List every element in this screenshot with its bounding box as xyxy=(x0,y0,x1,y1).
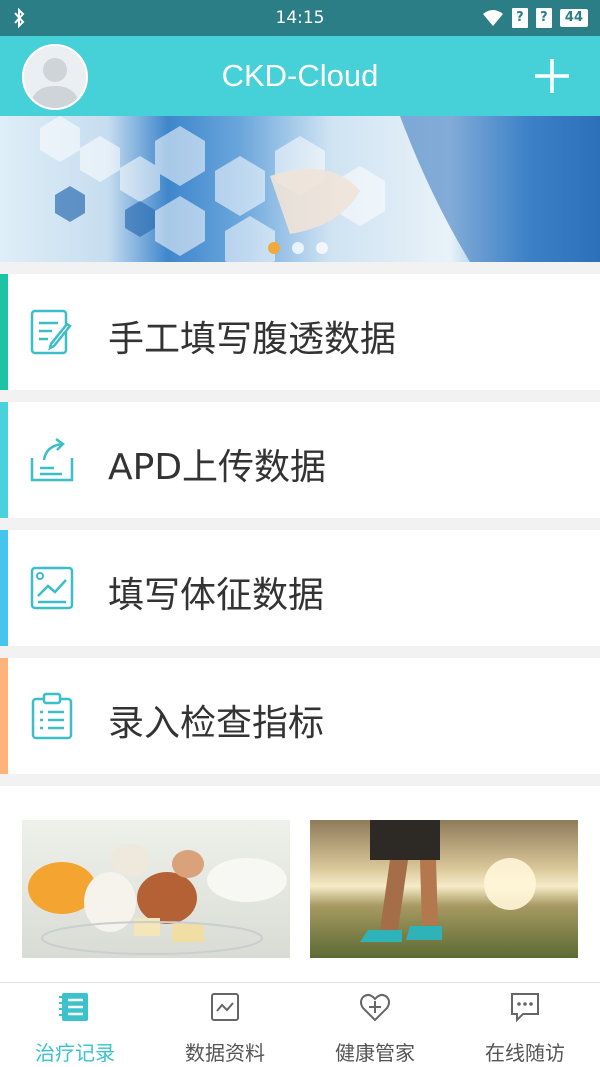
menu-item-label: 填写体征数据 xyxy=(108,575,325,616)
banner-image xyxy=(40,116,600,262)
runner-illustration xyxy=(360,820,536,942)
accent-bar xyxy=(0,274,8,390)
heart-plus-icon xyxy=(360,993,390,1022)
battery-icon: 44 xyxy=(559,9,588,27)
chart-box-icon xyxy=(211,993,239,1021)
tab-label: 健康管家 xyxy=(335,1041,415,1065)
app-title: CKD-Cloud xyxy=(221,58,379,93)
carousel-dot[interactable] xyxy=(316,242,328,254)
accent-bar xyxy=(0,402,8,518)
divider xyxy=(0,518,600,530)
sim-icon-2: ? xyxy=(535,8,552,28)
menu-item-label: APD上传数据 xyxy=(108,447,327,488)
divider xyxy=(0,390,600,402)
status-icons: ? ? 44 xyxy=(482,8,588,28)
tab-label: 治疗记录 xyxy=(35,1041,115,1065)
tab-label: 在线随访 xyxy=(485,1041,565,1065)
menu-item-vital-signs[interactable]: 填写体征数据 xyxy=(0,530,600,646)
chart-icon xyxy=(30,566,74,610)
status-bar: 14:15 ? ? 44 xyxy=(0,0,600,36)
eggs-image[interactable] xyxy=(22,820,290,958)
edit-document-icon xyxy=(30,309,72,355)
menu-item-label: 手工填写腹透数据 xyxy=(108,319,397,360)
bottom-navigation: 治疗记录 数据资料 健康管家 在线随访 xyxy=(0,982,600,1067)
menu-item-test-indicators[interactable]: 录入检查指标 xyxy=(0,658,600,774)
menu-item-apd-upload[interactable]: APD上传数据 xyxy=(0,402,600,518)
accent-bar xyxy=(0,530,8,646)
banner-carousel[interactable] xyxy=(0,116,600,262)
accent-bar xyxy=(0,658,8,774)
upload-icon xyxy=(30,437,74,482)
runner-image[interactable] xyxy=(310,820,578,958)
divider xyxy=(0,646,600,658)
divider xyxy=(0,774,600,786)
eggs-illustration xyxy=(28,844,287,955)
carousel-dot[interactable] xyxy=(268,242,280,254)
menu-item-manual-dialysis[interactable]: 手工填写腹透数据 xyxy=(0,274,600,390)
tab-health-butler[interactable]: 健康管家 xyxy=(300,983,450,1067)
tab-label: 数据资料 xyxy=(185,1041,265,1065)
sim-icon: ? xyxy=(511,8,528,28)
carousel-dot[interactable] xyxy=(292,242,304,254)
wifi-icon xyxy=(482,10,503,26)
clipboard-icon xyxy=(31,692,73,740)
carousel-dots xyxy=(268,242,328,254)
tab-treatment-records[interactable]: 治疗记录 xyxy=(0,983,150,1067)
menu-item-label: 录入检查指标 xyxy=(108,703,325,744)
plus-icon[interactable] xyxy=(532,56,572,96)
tab-online-followup[interactable]: 在线随访 xyxy=(450,983,600,1067)
tab-data[interactable]: 数据资料 xyxy=(150,983,300,1067)
divider xyxy=(0,262,600,274)
app-bar: CKD-Cloud xyxy=(0,36,600,116)
chat-icon xyxy=(511,993,539,1023)
list-icon xyxy=(59,993,88,1021)
